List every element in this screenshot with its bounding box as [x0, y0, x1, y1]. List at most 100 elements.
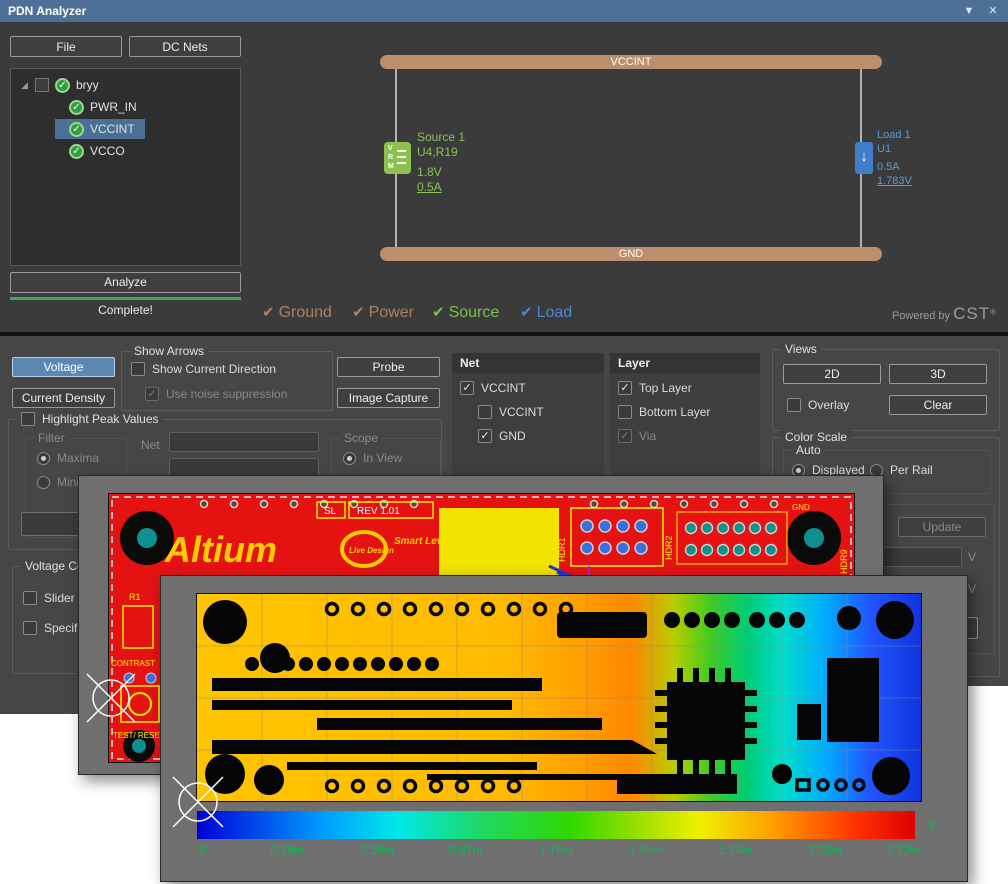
clear-button[interactable]: Clear	[889, 395, 987, 415]
legend-load: ✔Load	[520, 303, 572, 322]
tree-item-label: PWR_IN	[90, 100, 137, 114]
tree-item-label: bryy	[76, 78, 99, 92]
highlight-peak-values-checkbox[interactable]: Highlight Peak Values	[17, 412, 163, 426]
gnd-silk-label: GND	[792, 503, 810, 512]
specific-checkbox[interactable]: Specifi	[23, 621, 80, 635]
hdr9-label: HDR9	[839, 549, 849, 574]
checkbox[interactable]: ✓	[478, 429, 492, 443]
checkbox[interactable]: ✓	[618, 429, 632, 443]
hdr1-label: HDR1	[557, 537, 567, 562]
in-view-radio[interactable]: In View	[343, 451, 402, 465]
expander-icon[interactable]: ◢	[21, 80, 29, 91]
voltage-map-view[interactable]	[196, 593, 922, 802]
powered-by-cst: Powered by CST®	[892, 304, 996, 324]
file-button[interactable]: File	[10, 36, 122, 57]
tree-checkbox[interactable]	[35, 78, 49, 92]
minimize-icon[interactable]: ▼	[958, 0, 980, 22]
check-circle-icon: ✓	[69, 100, 84, 115]
view-2d-button[interactable]: 2D	[783, 364, 881, 384]
net-item-gnd[interactable]: ✓ GND	[478, 429, 526, 443]
sl-label: SL	[324, 506, 337, 517]
blocked-cursor-icon	[84, 671, 138, 725]
layer-item-via[interactable]: ✓ Via	[618, 429, 656, 443]
net-list-panel: Net ✓ VCCINT VCCINT ✓ GND	[452, 353, 604, 475]
slider-checkbox[interactable]: Slider	[23, 591, 75, 605]
screen: PDN Analyzer ▼ ✕ File DC Nets ◢ ✓ bryy ✓…	[0, 0, 1008, 884]
tree-item-label: VCCO	[90, 144, 125, 158]
net-item-vccint[interactable]: ✓ VCCINT	[460, 381, 526, 395]
image-capture-button[interactable]: Image Capture	[337, 388, 440, 408]
close-icon[interactable]: ✕	[982, 0, 1004, 22]
layer-list-header: Layer	[610, 353, 760, 373]
radio[interactable]	[37, 452, 50, 465]
analyze-button[interactable]: Analyze	[10, 272, 241, 293]
view-3d-button[interactable]: 3D	[889, 364, 987, 384]
load-arrow-icon[interactable]: ↓	[855, 142, 873, 174]
net-tree[interactable]: ◢ ✓ bryy ✓ PWR_IN ✓ VCCINT ✓ VCCO	[10, 68, 241, 266]
net-list-header: Net	[452, 353, 604, 373]
check-icon: ✔	[262, 304, 275, 321]
hdr2-label: HDR2	[664, 535, 674, 560]
update-button[interactable]: Update	[898, 517, 986, 537]
net-field-label: Net	[141, 438, 160, 452]
check-circle-icon: ✓	[69, 122, 84, 137]
voltage-button[interactable]: Voltage	[12, 357, 115, 377]
voltage-map-window[interactable]: 0 0.29m 0.58m 0.87m 1.16m 1.45m 1.74m 2.…	[160, 575, 968, 882]
tree-item-bryy[interactable]: ◢ ✓ bryy	[21, 75, 235, 95]
source-ref: U4,R19	[417, 145, 458, 160]
test-reset-label: TEST/ RESET	[113, 731, 165, 740]
title-bar[interactable]: PDN Analyzer ▼ ✕	[0, 0, 1008, 22]
color-scale-bar	[197, 811, 915, 839]
checkbox[interactable]	[618, 405, 632, 419]
check-icon: ✔	[352, 304, 365, 321]
load-current: 0.5A	[877, 160, 900, 174]
checkbox[interactable]: ✓	[145, 387, 159, 401]
tree-item-pwr-in[interactable]: ✓ PWR_IN	[69, 97, 235, 117]
load-voltage-link[interactable]: 1.783V	[877, 174, 912, 188]
scale-max-field[interactable]	[876, 547, 962, 567]
rail-gnd[interactable]: GND	[380, 247, 882, 261]
check-circle-icon: ✓	[69, 144, 84, 159]
scale-max-unit: V	[968, 550, 976, 564]
current-density-button[interactable]: Current Density	[12, 388, 115, 408]
check-icon: ✔	[520, 304, 533, 321]
tree-item-label: VCCINT	[90, 122, 135, 136]
views-group: Views 2D 3D Overlay Clear	[772, 349, 1000, 431]
checkbox[interactable]	[23, 621, 37, 635]
checkbox[interactable]	[478, 405, 492, 419]
tree-item-vcco[interactable]: ✓ VCCO	[69, 141, 235, 161]
voltage-map-image[interactable]	[197, 594, 921, 801]
rev-label: REV 1.01	[357, 506, 400, 517]
source-voltage: 1.8V	[417, 165, 442, 180]
checkbox[interactable]	[131, 362, 145, 376]
noise-suppression-checkbox[interactable]: ✓ Use noise suppression	[145, 387, 287, 401]
load-ref: U1	[877, 142, 891, 156]
show-current-direction-checkbox[interactable]: Show Current Direction	[131, 362, 276, 376]
color-scale-ticks: 0 0.29m 0.58m 0.87m 1.16m 1.45m 1.74m 2.…	[197, 843, 915, 859]
dc-nets-button[interactable]: DC Nets	[129, 36, 241, 57]
checkbox[interactable]	[21, 412, 35, 426]
show-arrows-group: Show Arrows Show Current Direction ✓ Use…	[121, 351, 333, 411]
color-scale-unit: V	[927, 818, 936, 833]
app-body: File DC Nets ◢ ✓ bryy ✓ PWR_IN ✓ VCCINT …	[0, 22, 1008, 332]
checkbox[interactable]	[23, 591, 37, 605]
layer-item-top[interactable]: ✓ Top Layer	[618, 381, 692, 395]
checkbox[interactable]	[787, 398, 801, 412]
tree-item-vccint[interactable]: ✓ VCCINT	[55, 119, 145, 139]
layer-item-bottom[interactable]: Bottom Layer	[618, 405, 710, 419]
layer-list-panel: Layer ✓ Top Layer Bottom Layer ✓ Via	[610, 353, 760, 475]
net-field[interactable]	[169, 432, 319, 452]
source-current-link[interactable]: 0.5A	[417, 180, 442, 195]
probe-button[interactable]: Probe	[337, 357, 440, 377]
checkbox[interactable]: ✓	[460, 381, 474, 395]
maxima-radio[interactable]: Maxima	[37, 451, 99, 465]
checkbox[interactable]: ✓	[618, 381, 632, 395]
overlay-checkbox[interactable]: Overlay	[787, 398, 849, 412]
net-item-vccint-child[interactable]: VCCINT	[478, 405, 544, 419]
rail-vccint[interactable]: VCCINT	[380, 55, 882, 69]
radio[interactable]	[343, 452, 356, 465]
radio[interactable]	[37, 476, 50, 489]
vrm-source-icon[interactable]: VRM	[384, 142, 411, 174]
source-title: Source 1	[417, 130, 465, 145]
legend-ground: ✔Ground	[262, 303, 332, 322]
